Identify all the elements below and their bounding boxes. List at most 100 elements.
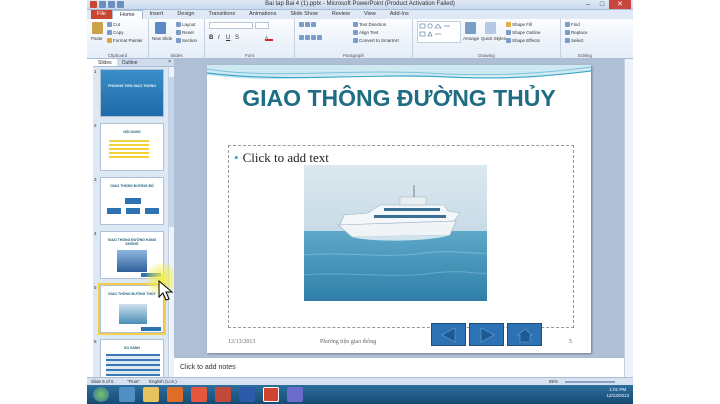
zoom-level[interactable]: 85% bbox=[549, 379, 558, 384]
next-slide-button[interactable] bbox=[469, 323, 504, 346]
find-label: Find bbox=[571, 22, 580, 27]
tab-add-ins[interactable]: Add-Ins bbox=[383, 10, 416, 19]
drawing-group-label: Drawing bbox=[478, 53, 495, 58]
layout-label: Layout bbox=[182, 22, 196, 27]
shapes-gallery[interactable] bbox=[417, 21, 461, 43]
layout-button[interactable]: Layout bbox=[176, 22, 196, 28]
tab-slides[interactable]: Slides bbox=[93, 59, 117, 66]
thumb-canvas: NỘI DUNG bbox=[100, 123, 164, 171]
select-button[interactable]: Select bbox=[565, 38, 584, 44]
ribbon-tabs: File Home Insert Design Transitions Anim… bbox=[87, 10, 633, 19]
new-slide-button[interactable]: New Slide bbox=[152, 36, 172, 41]
chrome-icon[interactable] bbox=[191, 387, 207, 402]
bullet-item[interactable]: • Click to add text bbox=[234, 150, 329, 166]
arrow-left-icon bbox=[440, 326, 455, 343]
tab-transitions[interactable]: Transitions bbox=[201, 10, 242, 19]
windows-taskbar: 1:01 PM 12/13/2013 bbox=[87, 385, 633, 404]
format-painter-button[interactable]: Format Painter bbox=[107, 38, 143, 44]
layout-icon bbox=[176, 22, 181, 28]
slide-title[interactable]: GIAO THÔNG ĐƯỜNG THỦY bbox=[227, 85, 571, 112]
paste-icon[interactable] bbox=[92, 22, 103, 34]
tab-insert[interactable]: Insert bbox=[143, 10, 171, 19]
text-direction-button[interactable]: Text Direction bbox=[353, 22, 386, 28]
ship-picture[interactable] bbox=[304, 165, 487, 301]
align-buttons[interactable] bbox=[299, 35, 323, 41]
align-right-icon bbox=[311, 35, 316, 41]
quick-styles-icon[interactable] bbox=[485, 22, 496, 34]
numbering-icon bbox=[305, 22, 310, 28]
copy-button[interactable]: Copy bbox=[107, 30, 124, 36]
bullets-icon bbox=[299, 22, 304, 28]
word-icon[interactable] bbox=[239, 387, 255, 402]
font-color-button[interactable]: A bbox=[265, 35, 273, 41]
window-title: Bai tap Bai 4 (1).pptx - Microsoft Power… bbox=[265, 1, 455, 7]
select-label: Select bbox=[571, 38, 584, 43]
zoom-slider[interactable] bbox=[565, 381, 615, 383]
new-slide-icon[interactable] bbox=[155, 22, 166, 34]
tab-view[interactable]: View bbox=[357, 10, 383, 19]
tab-review[interactable]: Review bbox=[325, 10, 357, 19]
quick-styles-button[interactable]: Quick Styles bbox=[481, 36, 506, 41]
explorer-icon[interactable] bbox=[143, 387, 159, 402]
home-slide-button[interactable] bbox=[507, 323, 542, 346]
powerpoint-active-icon[interactable] bbox=[263, 387, 279, 402]
arrange-icon[interactable] bbox=[465, 22, 476, 34]
thumb-picture bbox=[119, 304, 147, 324]
cut-button[interactable]: Cut bbox=[107, 22, 120, 28]
arrange-button[interactable]: Arrange bbox=[463, 36, 479, 41]
align-text-button[interactable]: Align Text bbox=[353, 30, 378, 36]
replace-button[interactable]: Replace bbox=[565, 30, 588, 36]
close-button[interactable]: ✕ bbox=[609, 0, 631, 9]
tab-file[interactable]: File bbox=[91, 10, 112, 19]
app-icon[interactable] bbox=[287, 387, 303, 402]
tab-slide-show[interactable]: Slide Show bbox=[283, 10, 325, 19]
ribbon: Paste Cut Copy Format Painter Clipboard … bbox=[87, 19, 633, 59]
shape-effects-label: Shape Effects bbox=[512, 38, 540, 43]
slide-editor-area: GIAO THÔNG ĐƯỜNG THỦY • Click to add text bbox=[174, 59, 624, 357]
shape-fill-button[interactable]: Shape Fill bbox=[506, 22, 532, 28]
drawing-group: Arrange Quick Styles Shape Fill Shape Ou… bbox=[413, 19, 561, 59]
footer-date: 12/13/2013 bbox=[228, 339, 256, 345]
convert-smartart-button[interactable]: Convert to SmartArt bbox=[353, 38, 399, 44]
minimize-button[interactable]: – bbox=[581, 0, 595, 9]
maximize-button[interactable]: □ bbox=[595, 0, 609, 9]
reset-button[interactable]: Reset bbox=[176, 30, 194, 36]
previous-slide-button[interactable] bbox=[431, 323, 466, 346]
tab-outline[interactable]: Outline bbox=[117, 59, 143, 66]
font-name-box[interactable] bbox=[209, 22, 253, 29]
bullets-button[interactable] bbox=[299, 22, 317, 28]
language-indicator[interactable]: English (U.S.) bbox=[149, 379, 177, 384]
panel-close-button[interactable]: × bbox=[168, 59, 171, 65]
status-bar: Slide 5 of 6 "Flow" English (U.S.) 85% bbox=[87, 377, 633, 385]
shape-effects-button[interactable]: Shape Effects bbox=[506, 38, 540, 44]
find-button[interactable]: Find bbox=[565, 22, 580, 28]
font-size-box[interactable] bbox=[255, 22, 269, 29]
slide-area-scrollbar[interactable] bbox=[624, 59, 633, 377]
tab-home[interactable]: Home bbox=[111, 10, 143, 19]
system-clock[interactable]: 1:01 PM 12/13/2013 bbox=[606, 387, 629, 399]
shape-outline-button[interactable]: Shape Outline bbox=[506, 30, 541, 36]
mouse-cursor-icon bbox=[158, 280, 174, 301]
shadow-button[interactable]: S bbox=[235, 35, 239, 41]
notes-placeholder: Click to add notes bbox=[180, 364, 236, 371]
ie-icon[interactable] bbox=[119, 387, 135, 402]
section-button[interactable]: Section bbox=[176, 38, 197, 44]
brush-icon bbox=[107, 38, 112, 44]
slide-canvas[interactable]: GIAO THÔNG ĐƯỜNG THỦY • Click to add text bbox=[207, 65, 591, 353]
tab-design[interactable]: Design bbox=[170, 10, 201, 19]
media-player-icon[interactable] bbox=[167, 387, 183, 402]
bold-button[interactable]: B bbox=[209, 35, 213, 41]
thumb-title: PHUONG TIEN GIAO THONG bbox=[108, 84, 156, 88]
tab-animations[interactable]: Animations bbox=[242, 10, 283, 19]
panel-tabs: Slides Outline bbox=[93, 59, 174, 67]
thumb-canvas: PHUONG TIEN GIAO THONG bbox=[100, 69, 164, 117]
replace-label: Replace bbox=[571, 30, 588, 35]
underline-button[interactable]: U bbox=[226, 35, 230, 41]
paste-button[interactable]: Paste bbox=[91, 36, 103, 41]
italic-button[interactable]: I bbox=[218, 35, 220, 41]
notes-pane[interactable]: Click to add notes bbox=[174, 357, 624, 377]
slide-number: 6 bbox=[94, 339, 97, 344]
bullet-icon: • bbox=[234, 150, 239, 165]
start-button-icon[interactable] bbox=[93, 387, 109, 402]
powerpoint-taskbar-icon[interactable] bbox=[215, 387, 231, 402]
